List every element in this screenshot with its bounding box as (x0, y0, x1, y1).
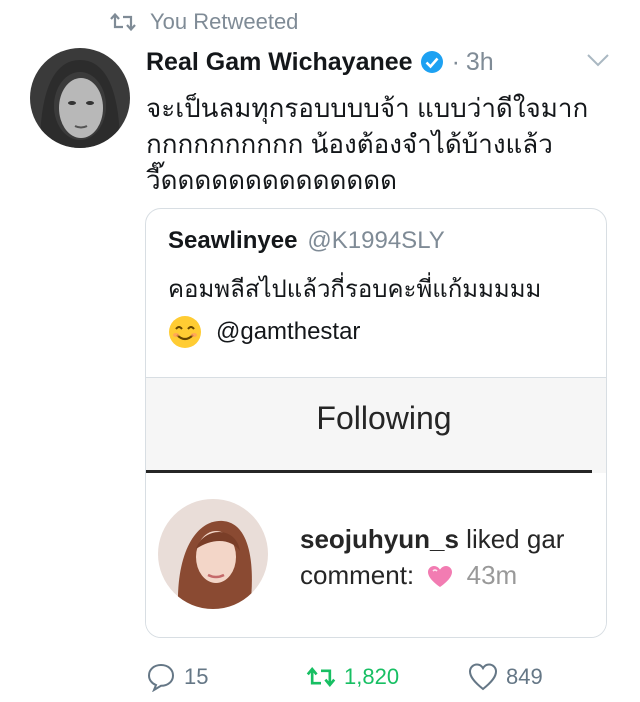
screenshot-notification: seojuhyun_s liked gar comment: 43m (146, 473, 606, 637)
retweet-icon (306, 666, 336, 688)
screenshot-notif-line2: comment: (300, 560, 415, 590)
pink-heart-emoji-icon (428, 566, 453, 588)
screenshot-following-title: Following (316, 400, 452, 436)
author-avatar[interactable] (30, 48, 130, 148)
retweet-icon (110, 12, 136, 32)
like-icon (468, 663, 498, 691)
quoted-mention-link[interactable]: @gamthestar (216, 318, 360, 346)
author-avatar-image (30, 48, 130, 148)
verified-badge-icon (420, 51, 443, 73)
quoted-tweet-text: คอมพลีสไปแล้วกี่รอบคะพี่แก้มมมมม (168, 276, 542, 303)
like-count: 849 (506, 664, 543, 689)
screenshot-notif-time: 43m (466, 560, 518, 590)
like-button[interactable]: 849 (468, 662, 543, 692)
retweet-banner-label: You Retweeted (150, 9, 299, 34)
tweet-timestamp[interactable]: 3h (466, 48, 494, 77)
quoted-screenshot-image: Following seojuhyun_s liked gar comment: (146, 377, 606, 637)
reply-icon (147, 663, 175, 692)
quoted-author-name: Seawlinyee (168, 227, 298, 254)
screenshot-notif-user: seojuhyun_s (300, 524, 459, 554)
reply-button[interactable]: 15 (146, 662, 208, 692)
screenshot-notif-action: liked gar (458, 524, 565, 554)
retweet-count: 1,820 (344, 664, 400, 689)
smiling-face-emoji-icon (169, 316, 201, 348)
tweet-header: Real Gam Wichayanee · 3h (146, 42, 494, 82)
reply-count: 15 (184, 664, 209, 689)
chevron-down-icon[interactable] (586, 52, 610, 68)
screenshot-header: Following (146, 377, 606, 474)
retweet-banner: You Retweeted (110, 8, 298, 36)
quoted-tweet-card[interactable]: Seawlinyee @K1994SLY คอมพลีสไปแล้วกี่รอบ… (145, 208, 607, 638)
screenshot-notification-text: seojuhyun_s liked gar comment: 43m (300, 521, 606, 593)
header-separator: · (451, 47, 460, 76)
quoted-tweet-author: Seawlinyee @K1994SLY (168, 227, 445, 255)
screenshot-avatar-image (158, 499, 268, 609)
author-name[interactable]: Real Gam Wichayanee (146, 48, 413, 77)
quoted-author-handle: @K1994SLY (307, 227, 445, 254)
tweet-text: จะเป็นลมทุกรอบบบบจ้า แบบว่าดีใจมาก กกกกก… (146, 93, 589, 195)
screenshot-avatar (158, 499, 268, 609)
tweet-action-bar: 15 1,820 849 (146, 662, 616, 692)
retweet-button[interactable]: 1,820 (306, 662, 399, 692)
quoted-tweet-line2: @gamthestar (168, 315, 360, 349)
